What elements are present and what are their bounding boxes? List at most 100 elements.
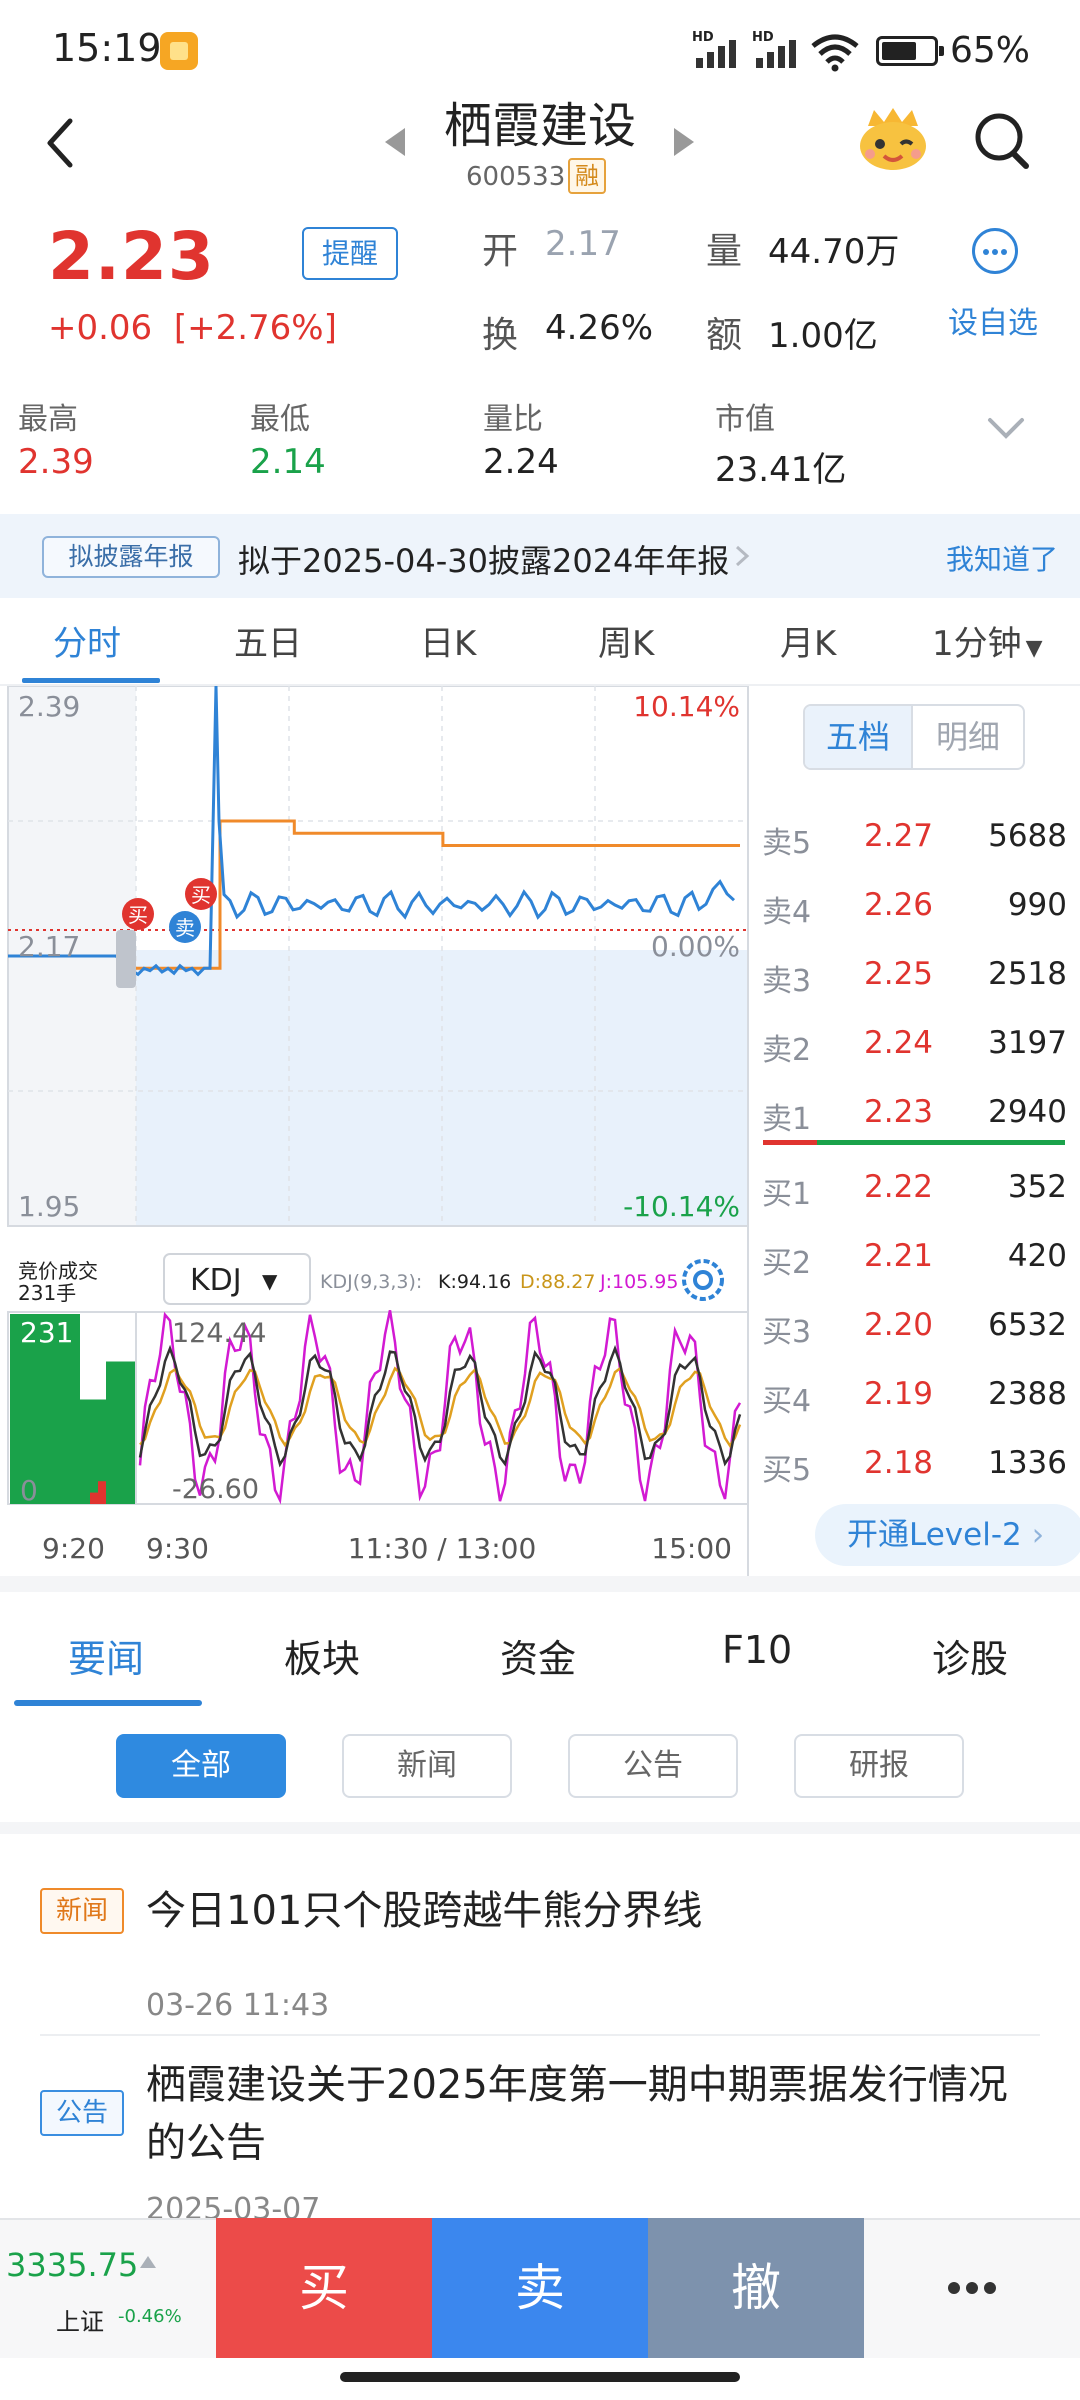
- section-divider: [0, 1822, 1080, 1834]
- filter-all[interactable]: 全部: [116, 1734, 286, 1798]
- volume-value: 44.70万: [768, 232, 900, 272]
- buy-marker-label: 买: [128, 903, 148, 927]
- buy-marker-label: 买: [191, 883, 211, 907]
- auction-label: 竞价成交: [18, 1259, 98, 1283]
- bid-row[interactable]: 买5 2.18 1336: [762, 1437, 1067, 1497]
- bid-ask-ratio-bar: [763, 1140, 1065, 1145]
- current-price: 2.23: [48, 218, 215, 295]
- auction-volume-bar: [90, 1492, 98, 1504]
- volume-ratio-label: 量比: [483, 402, 543, 437]
- back-arrow-icon[interactable]: [40, 115, 80, 171]
- sell-button[interactable]: 卖: [432, 2218, 648, 2358]
- ask-row[interactable]: 卖3 2.25 2518: [762, 948, 1067, 1008]
- bid-row[interactable]: 买1 2.22 352: [762, 1161, 1067, 1221]
- price-axis-high: 2.39: [18, 690, 80, 723]
- bid-row[interactable]: 买2 2.21 420: [762, 1230, 1067, 1290]
- list-divider: [40, 2034, 1040, 2036]
- notice-dismiss-button[interactable]: 我知道了: [946, 538, 1058, 578]
- tab-fund-flow[interactable]: 资金: [500, 1628, 576, 1683]
- more-options-button[interactable]: [864, 2218, 1080, 2358]
- high-value: 2.39: [18, 442, 94, 482]
- more-circle-icon[interactable]: [972, 228, 1018, 274]
- tab-one-minute[interactable]: 1分钟 ▼: [932, 616, 1043, 665]
- news-title[interactable]: 栖霞建设关于2025年度第一期中期票据发行情况的公告: [146, 2056, 1016, 2172]
- kdj-j-value: J:105.95: [599, 1271, 679, 1293]
- kdj-k-value: K:94.16: [438, 1271, 511, 1293]
- tab-five-levels[interactable]: 五档: [805, 706, 913, 768]
- market-cap-label: 市值: [715, 402, 775, 437]
- ask-row[interactable]: 卖1 2.23 2940: [762, 1086, 1067, 1146]
- tab-sectors[interactable]: 板块: [284, 1628, 360, 1683]
- volume-label: 量: [706, 231, 743, 272]
- tab-five-day[interactable]: 五日: [234, 616, 302, 665]
- sell-marker-label: 卖: [175, 916, 195, 940]
- tab-headlines[interactable]: 要闻: [68, 1628, 144, 1683]
- settings-gear-icon[interactable]: [682, 1259, 724, 1301]
- time-label-close: 15:00: [651, 1532, 732, 1565]
- kdj-axis-top: 124.44: [172, 1318, 266, 1349]
- ask-row[interactable]: 卖2 2.24 3197: [762, 1017, 1067, 1077]
- index-value[interactable]: 3335.75: [6, 2246, 138, 2284]
- kdj-params: KDJ(9,3,3):: [320, 1271, 422, 1293]
- signal-icon: HD: [752, 30, 806, 70]
- volume-axis-bottom: 0: [20, 1474, 38, 1507]
- low-value: 2.14: [250, 442, 326, 482]
- high-label: 最高: [18, 402, 78, 437]
- status-time: 15:19: [52, 26, 162, 70]
- intraday-chart[interactable]: 买 卖 买 2.39 2.17 1.95 10.14% 0.00% -10.14…: [0, 686, 752, 1576]
- notice-text[interactable]: 拟于2025-04-30披露2024年年报: [238, 536, 729, 582]
- tab-f10[interactable]: F10: [722, 1628, 792, 1672]
- price-alert-button[interactable]: 提醒: [302, 227, 398, 280]
- low-label: 最低: [250, 402, 310, 437]
- news-type-tag: 新闻: [40, 1888, 124, 1934]
- tab-monthly-k[interactable]: 月K: [780, 616, 836, 665]
- market-cap-value: 23.41亿: [715, 450, 847, 490]
- chevron-right-icon: ›: [1031, 1517, 1045, 1553]
- index-name: 上证: [56, 2308, 104, 2336]
- bid-row[interactable]: 买3 2.20 6532: [762, 1299, 1067, 1359]
- auction-handle[interactable]: [116, 930, 136, 988]
- price-axis-low: 1.95: [18, 1190, 80, 1223]
- filter-announcements[interactable]: 公告: [568, 1734, 738, 1798]
- volume-axis-top: 231: [20, 1316, 73, 1349]
- add-to-watchlist-button[interactable]: 设自选: [948, 298, 1038, 342]
- chevron-right-icon: [735, 545, 750, 567]
- next-stock-icon[interactable]: [672, 126, 696, 158]
- buy-button[interactable]: 买: [216, 2218, 432, 2358]
- auction-volume-bar: [106, 1361, 136, 1504]
- search-icon[interactable]: [972, 110, 1030, 172]
- turnover-label: 换: [482, 315, 519, 356]
- tab-diagnosis[interactable]: 诊股: [932, 1628, 1008, 1683]
- wifi-icon: [811, 34, 859, 72]
- tab-daily-k[interactable]: 日K: [420, 616, 476, 665]
- stock-code: 600533: [466, 162, 566, 192]
- price-change: +0.06 [+2.76%]: [48, 308, 337, 348]
- bid-row[interactable]: 买4 2.19 2388: [762, 1368, 1067, 1428]
- auction-volume-bar: [98, 1481, 106, 1504]
- dropdown-caret-icon: ▼: [1025, 636, 1043, 661]
- tab-trade-detail[interactable]: 明细: [913, 706, 1023, 768]
- filter-news[interactable]: 新闻: [342, 1734, 512, 1798]
- tab-weekly-k[interactable]: 周K: [598, 616, 654, 665]
- ask-row[interactable]: 卖5 2.27 5688: [762, 810, 1067, 870]
- signal-icon: HD: [692, 30, 746, 70]
- section-divider: [0, 1576, 1080, 1592]
- news-title[interactable]: 今日101只个股跨越牛熊分界线: [146, 1882, 1046, 1940]
- ask-row[interactable]: 卖4 2.26 990: [762, 879, 1067, 939]
- kdj-d-value: D:88.27: [520, 1271, 595, 1293]
- cancel-order-button[interactable]: 撤: [648, 2218, 864, 2358]
- amount-label: 额: [706, 315, 743, 356]
- time-label-midday: 11:30 / 13:00: [348, 1532, 537, 1565]
- home-indicator: [340, 2372, 740, 2382]
- chevron-down-icon[interactable]: [986, 414, 1026, 444]
- level2-upgrade-button[interactable]: 开通Level-2 ›: [815, 1504, 1080, 1566]
- mascot-icon[interactable]: [856, 106, 930, 172]
- open-label: 开: [482, 231, 519, 272]
- tab-underline: [22, 678, 160, 683]
- time-label-open: 9:30: [146, 1532, 209, 1565]
- amount-value: 1.00亿: [768, 316, 878, 356]
- tab-underline: [14, 1700, 202, 1706]
- filter-research[interactable]: 研报: [794, 1734, 964, 1798]
- index-change: -0.46%: [118, 2306, 182, 2327]
- tab-intraday[interactable]: 分时: [53, 616, 121, 665]
